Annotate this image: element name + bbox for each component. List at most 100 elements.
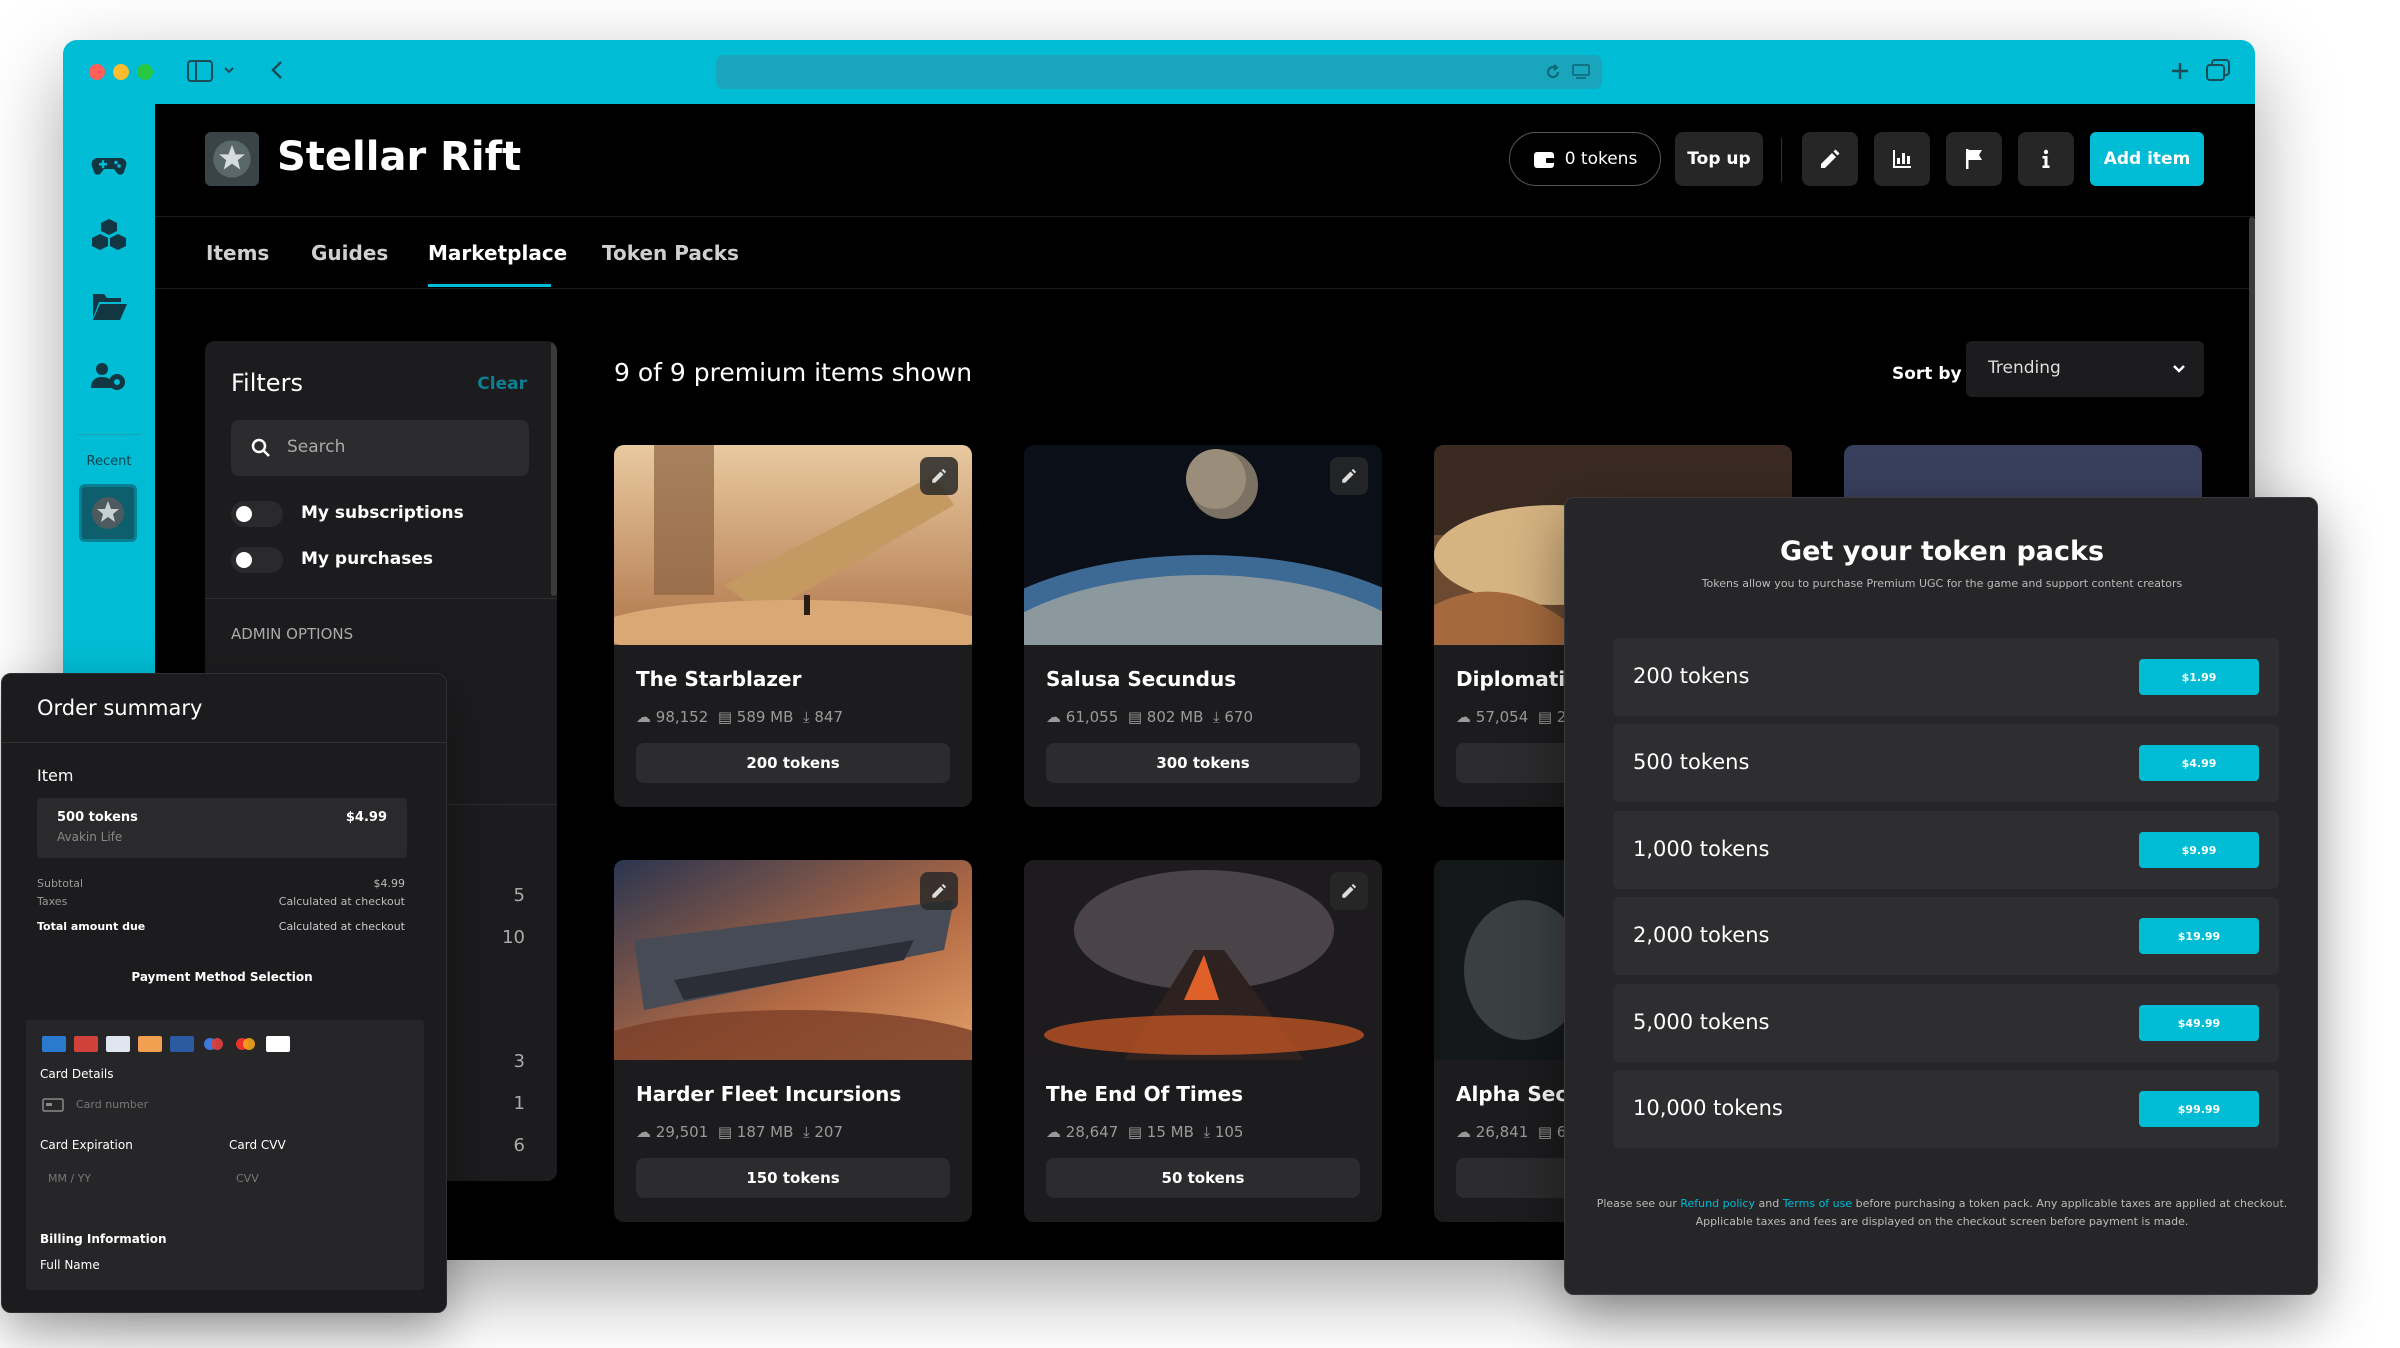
visa-icon: [266, 1036, 290, 1052]
database-icon: ▤: [1537, 708, 1557, 726]
sidebar-toggle-icon[interactable]: [187, 60, 213, 86]
buy-pack-button[interactable]: $1.99: [2139, 659, 2259, 695]
refund-policy-link[interactable]: Refund policy: [1680, 1197, 1755, 1210]
item-card[interactable]: The End Of Times ☁ 28,647 ▤ 15 MB ⤓ 105 …: [1024, 860, 1382, 1222]
token-balance-text: 0 tokens: [1564, 149, 1638, 169]
tab-marketplace[interactable]: Marketplace: [428, 241, 567, 265]
flag-icon: [1966, 149, 1982, 169]
my-subscriptions-toggle[interactable]: [231, 501, 283, 527]
item-title: The Starblazer: [636, 667, 802, 691]
sort-select[interactable]: Trending: [1966, 341, 2204, 397]
reload-icon[interactable]: [1544, 63, 1562, 85]
edit-item-button[interactable]: [920, 872, 958, 910]
tab-overview-icon[interactable]: [2205, 58, 2231, 86]
card-number-input[interactable]: Card number: [36, 1090, 414, 1120]
results-summary: 9 of 9 premium items shown: [614, 358, 973, 387]
token-pack-row: 500 tokens $4.99: [1613, 724, 2279, 802]
maximize-window-button[interactable]: [137, 64, 153, 80]
database-icon: ▤: [717, 708, 737, 726]
filter-search-input[interactable]: Search: [231, 420, 529, 476]
top-up-button[interactable]: Top up: [1675, 132, 1763, 186]
card-cvv-label: Card CVV: [229, 1138, 286, 1152]
tab-token-packs[interactable]: Token Packs: [602, 241, 739, 265]
item-price-button[interactable]: 150 tokens: [636, 1158, 950, 1198]
size-value: 589 MB: [736, 708, 794, 726]
order-item-sub: Avakin Life: [57, 830, 123, 844]
tab-guides[interactable]: Guides: [311, 241, 388, 265]
edit-button[interactable]: [1802, 132, 1858, 186]
card-cvv-input[interactable]: CVV: [224, 1164, 414, 1194]
download-icon: ⤓: [1212, 708, 1225, 726]
cloud-download-icon: ☁: [636, 1123, 656, 1141]
item-stats: ☁ 26,841 ▤ 67: [1456, 1123, 1576, 1141]
my-purchases-toggle[interactable]: [231, 547, 283, 573]
bar-chart-icon: [1893, 150, 1911, 168]
edit-item-button[interactable]: [1330, 872, 1368, 910]
sort-by-label: Sort by: [1892, 364, 1962, 384]
card-brand-logos: [42, 1036, 298, 1056]
pencil-icon: [1821, 149, 1840, 168]
card-expiration-input[interactable]: MM / YY: [36, 1164, 216, 1194]
cloud-download-icon: ☁: [1456, 708, 1476, 726]
tab-items[interactable]: Items: [206, 241, 269, 265]
search-icon: [251, 438, 270, 457]
item-price-button[interactable]: 50 tokens: [1046, 1158, 1360, 1198]
add-item-button[interactable]: Add item: [2090, 132, 2204, 186]
token-balance-pill[interactable]: 0 tokens: [1509, 132, 1661, 186]
buy-pack-button[interactable]: $99.99: [2139, 1091, 2259, 1127]
database-icon: ▤: [1127, 1123, 1147, 1141]
chevron-down-icon[interactable]: [223, 62, 235, 82]
my-subscriptions-label: My subscriptions: [301, 503, 464, 523]
analytics-button[interactable]: [1874, 132, 1930, 186]
token-pack-row: 5,000 tokens $49.99: [1613, 984, 2279, 1062]
cloud-download-icon: ☁: [1456, 1123, 1476, 1141]
buy-pack-button[interactable]: $19.99: [2139, 918, 2259, 954]
item-price-button[interactable]: 200 tokens: [636, 743, 950, 783]
billing-info-heading: Billing Information: [40, 1232, 167, 1246]
edit-item-button[interactable]: [1330, 457, 1368, 495]
order-item-name: 500 tokens: [57, 810, 138, 825]
full-name-label: Full Name: [40, 1258, 100, 1272]
item-card[interactable]: Harder Fleet Incursions ☁ 29,501 ▤ 187 M…: [614, 860, 972, 1222]
header-separator: [155, 216, 2255, 217]
taxes-label: Taxes: [37, 895, 68, 908]
terms-of-use-link[interactable]: Terms of use: [1783, 1197, 1852, 1210]
close-window-button[interactable]: [89, 64, 105, 80]
item-title: The End Of Times: [1046, 1082, 1244, 1106]
buy-pack-button[interactable]: $9.99: [2139, 832, 2259, 868]
clear-filters-link[interactable]: Clear: [477, 374, 527, 394]
downloads-count: 28,647: [1065, 1123, 1119, 1141]
my-purchases-label: My purchases: [301, 549, 433, 569]
token-pack-row: 200 tokens $1.99: [1613, 638, 2279, 716]
minimize-window-button[interactable]: [113, 64, 129, 80]
reader-icon[interactable]: [1572, 64, 1590, 84]
report-button[interactable]: [1946, 132, 2002, 186]
order-item-box: 500 tokens Avakin Life $4.99: [37, 798, 407, 858]
edit-item-button[interactable]: [920, 457, 958, 495]
token-pack-label: 10,000 tokens: [1633, 1096, 1783, 1120]
card-expiration-label: Card Expiration: [40, 1138, 133, 1152]
filters-title: Filters: [231, 369, 303, 397]
info-button[interactable]: [2018, 132, 2074, 186]
jcb-icon: [74, 1036, 98, 1052]
item-price-button[interactable]: 300 tokens: [1046, 743, 1360, 783]
item-card[interactable]: The Starblazer ☁ 98,152 ▤ 589 MB ⤓ 847 2…: [614, 445, 972, 807]
filters-scrollbar[interactable]: [551, 341, 557, 596]
recent-game-avatar[interactable]: [79, 484, 137, 542]
buy-pack-button[interactable]: $49.99: [2139, 1005, 2259, 1041]
gamepad-icon[interactable]: [63, 134, 155, 194]
address-bar[interactable]: [716, 55, 1602, 89]
item-stats: ☁ 61,055 ▤ 802 MB ⤓ 670: [1046, 708, 1253, 726]
item-card[interactable]: Salusa Secundus ☁ 61,055 ▤ 802 MB ⤓ 670 …: [1024, 445, 1382, 807]
cubes-icon[interactable]: [63, 205, 155, 265]
buy-pack-button[interactable]: $4.99: [2139, 745, 2259, 781]
back-arrow-icon[interactable]: [269, 58, 285, 86]
discover-icon: [138, 1036, 162, 1052]
cloud-download-icon: ☁: [1046, 1123, 1066, 1141]
filter-count: 3: [513, 1051, 525, 1072]
subtotal-value: $4.99: [373, 877, 406, 890]
folder-open-icon[interactable]: [63, 276, 155, 336]
new-tab-icon[interactable]: [2169, 60, 2191, 86]
downloads-count: 29,501: [655, 1123, 709, 1141]
users-cog-icon[interactable]: [63, 346, 155, 406]
